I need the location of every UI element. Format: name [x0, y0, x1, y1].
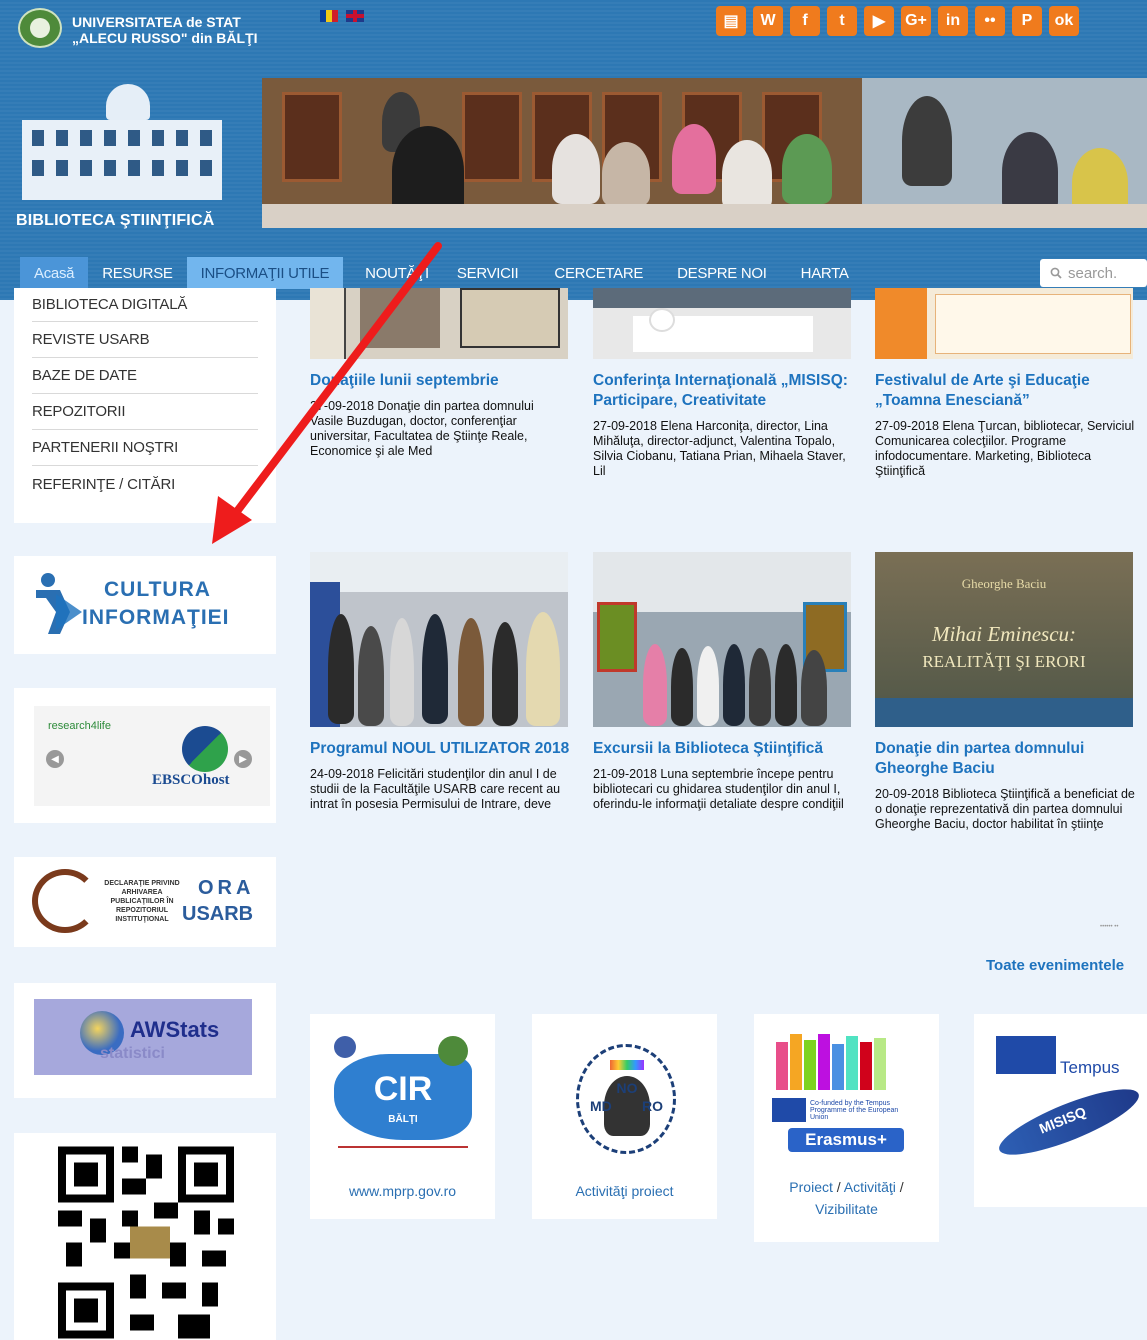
- annotation-arrow: [212, 242, 442, 544]
